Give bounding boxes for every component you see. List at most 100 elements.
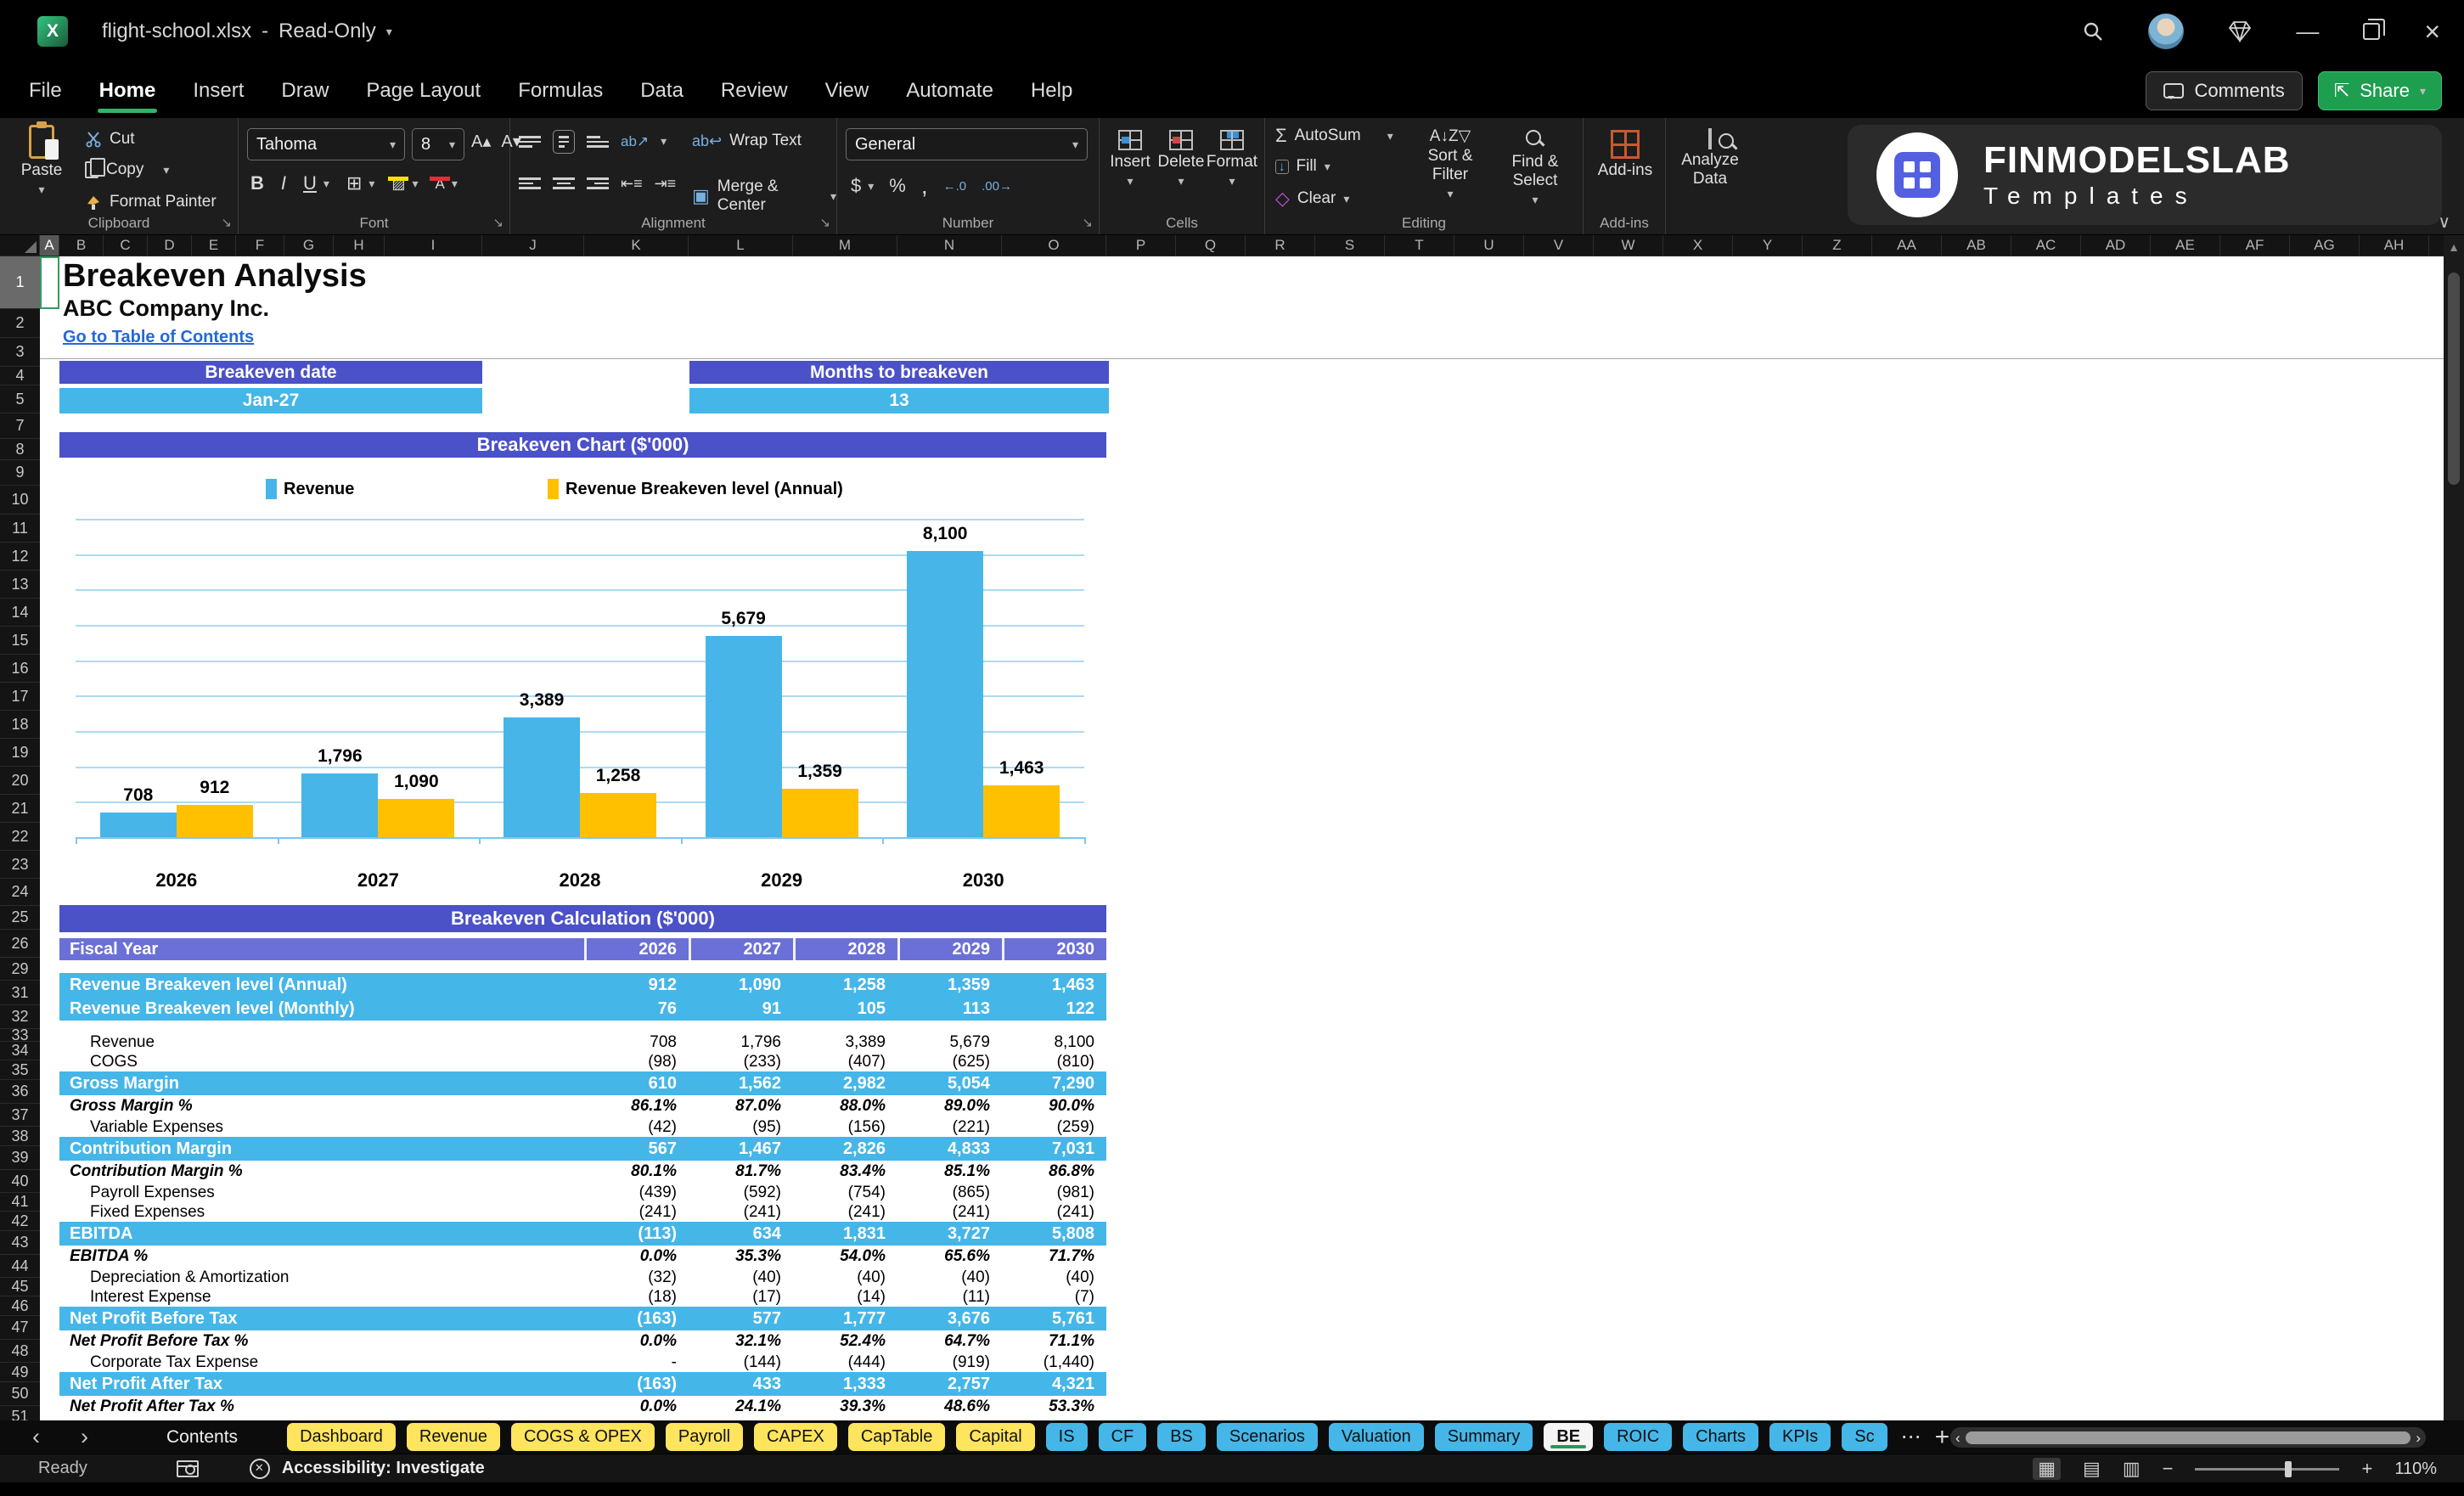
number-format-select[interactable]: General ▾ xyxy=(846,128,1088,160)
sheet-tab-charts[interactable]: Charts xyxy=(1683,1423,1759,1451)
cell-value[interactable]: 1,359 xyxy=(897,973,1002,997)
cell-value[interactable]: 610 xyxy=(584,1071,689,1095)
cell-value[interactable]: (17) xyxy=(689,1287,793,1307)
sheet-tab-dashboard[interactable]: Dashboard xyxy=(287,1423,396,1451)
row-label[interactable]: Variable Expenses xyxy=(90,1117,223,1137)
select-all-corner[interactable] xyxy=(0,235,40,256)
cell-value[interactable]: (981) xyxy=(1002,1183,1106,1202)
column-header-AF[interactable]: AF xyxy=(2220,235,2290,256)
row-label[interactable]: Payroll Expenses xyxy=(90,1183,215,1202)
vertical-scrollbar-thumb[interactable] xyxy=(2448,273,2460,485)
cell-value[interactable]: 1,090 xyxy=(689,973,793,997)
row-header-24[interactable]: 24 xyxy=(0,879,40,906)
sheet-tab-captable[interactable]: CapTable xyxy=(847,1423,946,1451)
column-header-AC[interactable]: AC xyxy=(2011,235,2081,256)
sheet-tab-kpis[interactable]: KPIs xyxy=(1769,1423,1831,1451)
column-header-G[interactable]: G xyxy=(284,235,334,256)
normal-view-icon[interactable]: ▦ xyxy=(2033,1458,2062,1480)
row-header-39[interactable]: 39 xyxy=(0,1146,40,1170)
row-label[interactable]: Net Profit After Tax % xyxy=(70,1396,234,1418)
sheet-tab-is[interactable]: IS xyxy=(1045,1423,1088,1451)
insert-cells-button[interactable]: Insert ▾ xyxy=(1106,130,1154,188)
cell-value[interactable]: 8,100 xyxy=(1002,1032,1106,1052)
cell-value[interactable]: 5,054 xyxy=(897,1071,1002,1095)
row-header-38[interactable]: 38 xyxy=(0,1127,40,1146)
cell-value[interactable]: (40) xyxy=(689,1268,793,1287)
row-header-49[interactable]: 49 xyxy=(0,1363,40,1382)
cell-value[interactable]: (7) xyxy=(1002,1287,1106,1307)
cell-value[interactable]: (241) xyxy=(897,1202,1002,1222)
fill-button[interactable]: ↓ Fill ▾ xyxy=(1275,157,1330,176)
cell-value[interactable]: (14) xyxy=(793,1287,897,1307)
column-header-T[interactable]: T xyxy=(1385,235,1454,256)
underline-button[interactable]: U xyxy=(303,174,317,193)
row-header-1[interactable]: 1 xyxy=(0,256,40,309)
cell-value[interactable]: 634 xyxy=(689,1222,793,1246)
column-header-I[interactable]: I xyxy=(385,235,482,256)
cell-value[interactable]: 113 xyxy=(897,997,1002,1021)
sheet-tab-sc[interactable]: Sc xyxy=(1842,1423,1887,1451)
bar-revenue-2029[interactable] xyxy=(705,636,782,837)
row-header-23[interactable]: 23 xyxy=(0,851,40,879)
column-header-AE[interactable]: AE xyxy=(2151,235,2220,256)
fiscal-year-2029[interactable]: 2029 xyxy=(897,938,1002,960)
row-header-35[interactable]: 35 xyxy=(0,1060,40,1080)
number-dialog-launcher[interactable]: ↘ xyxy=(1082,215,1093,230)
column-header-N[interactable]: N xyxy=(897,235,1002,256)
row-label[interactable]: Depreciation & Amortization xyxy=(90,1268,289,1287)
hscroll-right-icon[interactable]: › xyxy=(2416,1431,2421,1445)
row-header-13[interactable]: 13 xyxy=(0,571,40,599)
cell-value[interactable]: (241) xyxy=(689,1202,793,1222)
format-cells-button[interactable]: Format ▾ xyxy=(1207,130,1257,188)
sheet-tab-cogs-opex[interactable]: COGS & OPEX xyxy=(510,1423,655,1451)
cell-value[interactable]: 1,463 xyxy=(1002,973,1106,997)
analyze-data-button[interactable]: Analyze Data xyxy=(1673,128,1747,188)
cell-value[interactable]: 71.7% xyxy=(1002,1246,1106,1268)
cell-value[interactable]: (1,440) xyxy=(1002,1353,1106,1372)
row-header-37[interactable]: 37 xyxy=(0,1104,40,1127)
column-header-A[interactable]: A xyxy=(40,235,59,256)
row-header-11[interactable]: 11 xyxy=(0,515,40,543)
zoom-out-button[interactable]: − xyxy=(2163,1459,2174,1478)
row-label[interactable]: EBITDA % xyxy=(70,1246,148,1268)
cell-value[interactable]: 4,321 xyxy=(1002,1372,1106,1396)
cell-value[interactable]: 65.6% xyxy=(897,1246,1002,1268)
row-header-48[interactable]: 48 xyxy=(0,1340,40,1363)
column-header-M[interactable]: M xyxy=(793,235,897,256)
cell-value[interactable]: (407) xyxy=(793,1052,897,1071)
fiscal-year-2028[interactable]: 2028 xyxy=(793,938,897,960)
row-header-14[interactable]: 14 xyxy=(0,599,40,627)
grow-font-button[interactable]: A▴ xyxy=(471,133,491,150)
menu-tab-view[interactable]: View xyxy=(807,69,888,113)
cell-value[interactable]: 708 xyxy=(584,1032,689,1052)
sheet-tab-valuation[interactable]: Valuation xyxy=(1328,1423,1424,1451)
fiscal-year-2026[interactable]: 2026 xyxy=(584,938,689,960)
page-break-view-icon[interactable]: ▥ xyxy=(2123,1459,2141,1478)
sheet-tab-be[interactable]: BE xyxy=(1544,1423,1594,1451)
cell-value[interactable]: 85.1% xyxy=(897,1161,1002,1183)
column-header-Q[interactable]: Q xyxy=(1176,235,1246,256)
row-header-17[interactable]: 17 xyxy=(0,683,40,711)
increase-indent-button[interactable]: ⇥≡ xyxy=(655,176,677,191)
row-header-47[interactable]: 47 xyxy=(0,1316,40,1340)
row-header-3[interactable]: 3 xyxy=(0,338,40,367)
row-header-4[interactable]: 4 xyxy=(0,367,40,385)
row-header-7[interactable]: 7 xyxy=(0,413,40,439)
cell-value[interactable]: 433 xyxy=(689,1372,793,1396)
row-header-5[interactable]: 5 xyxy=(0,385,40,413)
column-header-F[interactable]: F xyxy=(236,235,284,256)
column-header-AD[interactable]: AD xyxy=(2081,235,2151,256)
row-header-41[interactable]: 41 xyxy=(0,1193,40,1212)
column-header-U[interactable]: U xyxy=(1454,235,1524,256)
row-header-33[interactable]: 33 xyxy=(0,1026,40,1043)
table-of-contents-link[interactable]: Go to Table of Contents xyxy=(63,328,254,347)
cell-value[interactable]: (241) xyxy=(1002,1202,1106,1222)
horizontal-scrollbar[interactable]: ‹ › xyxy=(1950,1427,2426,1448)
cell-value[interactable]: 2,757 xyxy=(897,1372,1002,1396)
copy-button[interactable]: Copy ▾ xyxy=(85,158,169,179)
worksheet[interactable]: 1 2 3 4 5 7 8 9 10 11 12 13 14 15 16 17 18 19 20 21 22 23 24 25… xyxy=(0,256,2444,1420)
increase-decimal-button[interactable]: ←.0 xyxy=(943,180,967,193)
column-header-X[interactable]: X xyxy=(1663,235,1733,256)
alignment-dialog-launcher[interactable]: ↘ xyxy=(819,215,830,230)
cell-value[interactable]: 0.0% xyxy=(584,1246,689,1268)
